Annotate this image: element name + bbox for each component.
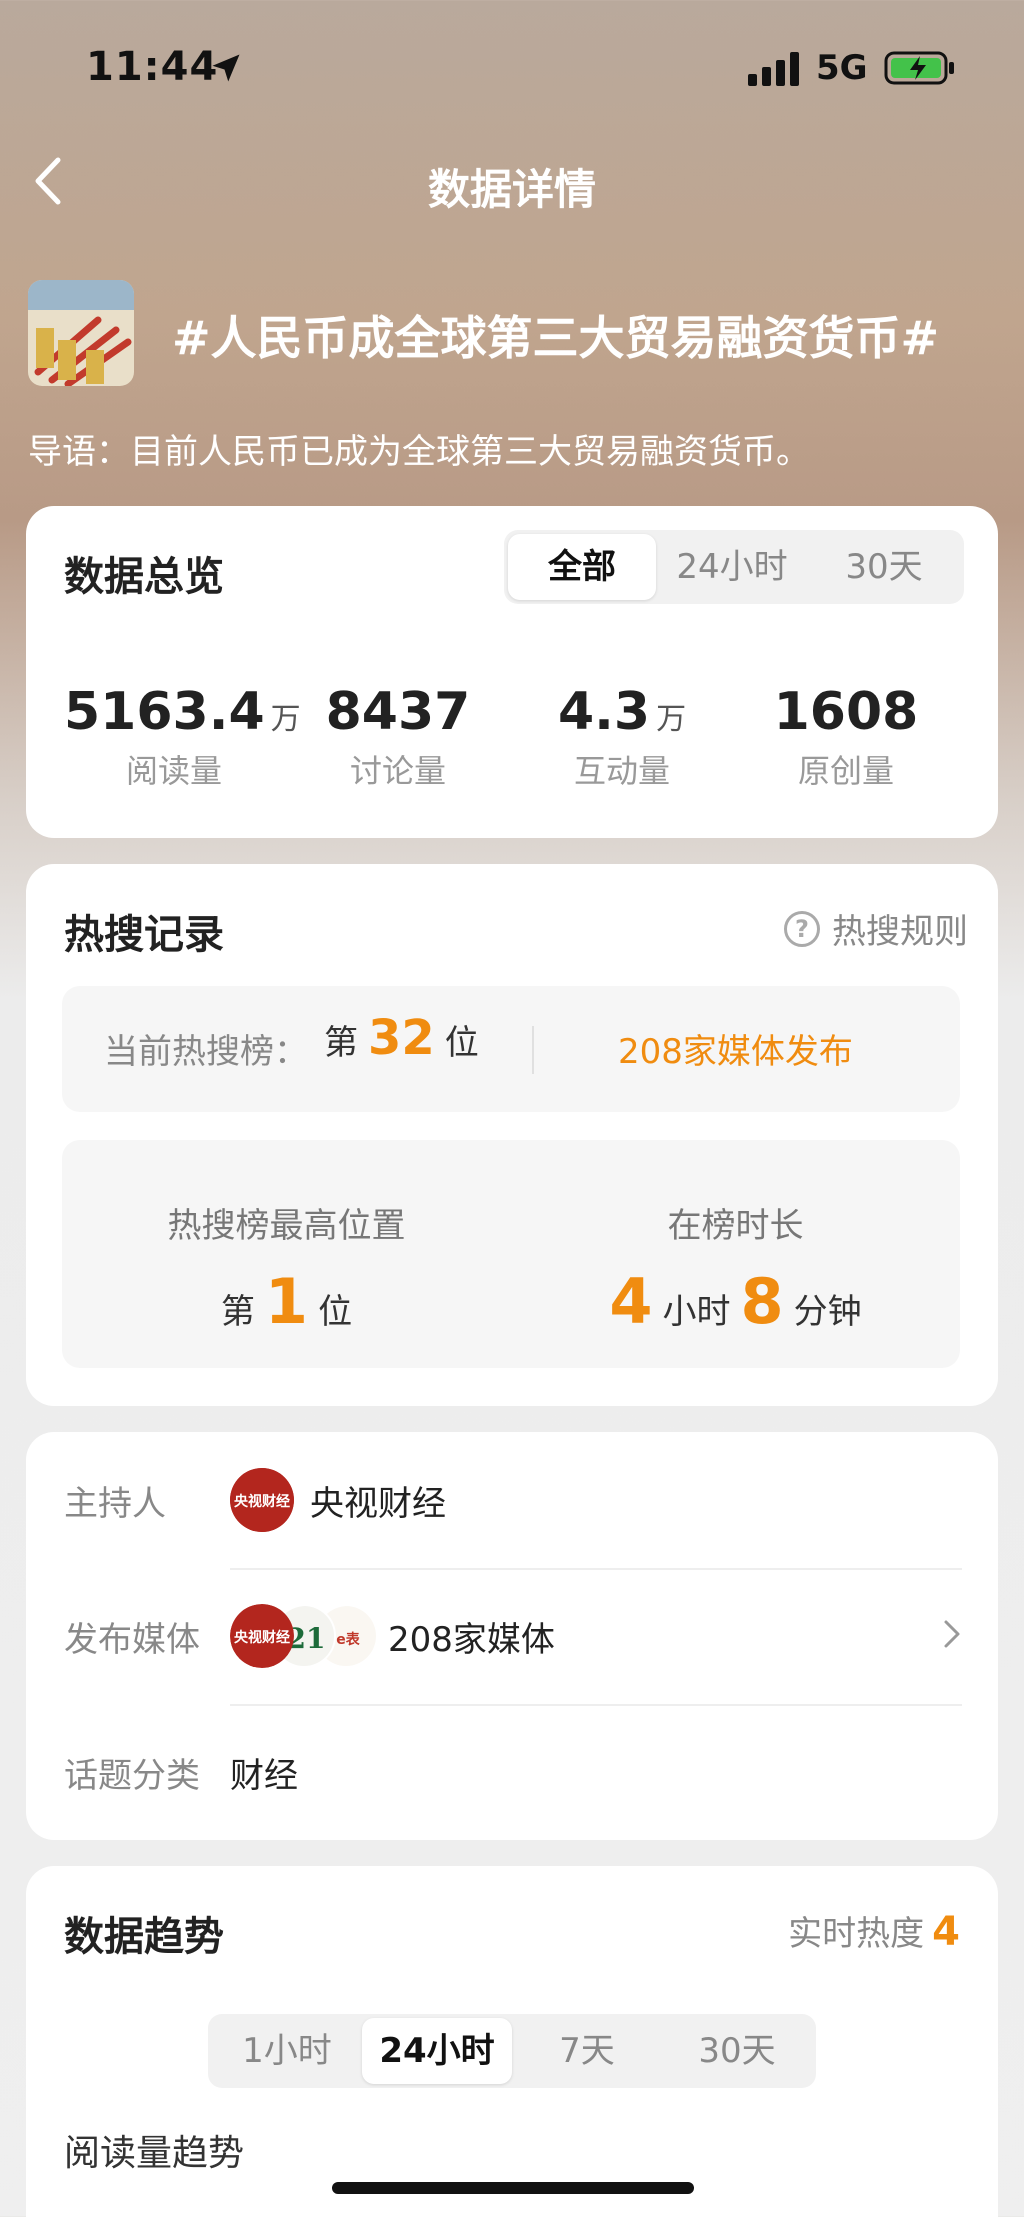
stat-label: 互动量	[573, 752, 670, 790]
help-icon: ?	[784, 910, 820, 947]
chevron-right-icon[interactable]	[940, 1616, 964, 1652]
trend-title: 数据趋势	[64, 1914, 224, 1960]
topic-thumbnail	[28, 280, 134, 386]
trend-range-tabs: 1小时 24小时 7天 30天	[208, 2014, 816, 2088]
duration-minutes: 8	[740, 1265, 784, 1338]
tab-1h[interactable]: 1小时	[212, 2018, 362, 2084]
highest-rank-label: 热搜榜最高位置	[167, 1206, 406, 1246]
highest-rank-value: 1	[264, 1265, 309, 1338]
avatar-text: e表	[336, 1631, 360, 1648]
overview-title: 数据总览	[64, 554, 224, 600]
tab-7d[interactable]: 7天	[512, 2018, 662, 2084]
heat-value: 4	[932, 1909, 960, 1955]
media-label: 发布媒体	[64, 1620, 200, 1660]
rank-suffix: 位	[318, 1292, 353, 1332]
media-publish-link[interactable]: 208家媒体发布	[618, 1024, 853, 1073]
tab-24h[interactable]: 24小时	[362, 2018, 512, 2084]
location-arrow-icon	[212, 54, 240, 82]
heat-label: 实时热度	[788, 1914, 925, 1954]
divider	[532, 1026, 534, 1074]
stat-value: 4.3	[557, 682, 651, 742]
hot-search-card: 热搜记录 ? 热搜规则 当前热搜榜： 第 32 位 208家媒体发布 热搜榜最高…	[26, 864, 998, 1406]
status-time: 11:44	[86, 44, 219, 90]
stat-label: 阅读量	[125, 752, 222, 790]
stat-value: 5163.4	[64, 682, 265, 742]
tab-24h[interactable]: 24小时	[656, 534, 808, 600]
stat-interactions: 4.3 万 互动量	[512, 682, 732, 792]
category-value: 财经	[230, 1756, 298, 1796]
overview-range-tabs: 全部 24小时 30天	[504, 530, 964, 604]
rank-history-panel: 热搜榜最高位置 第 1 位 在榜时长 4 小时 8 分钟	[62, 1140, 960, 1368]
network-label: 5G	[816, 48, 868, 88]
media-count: 208家媒体	[388, 1620, 555, 1660]
status-bar: 11:44 5G	[0, 0, 1024, 130]
realtime-heat: 实时热度 4	[788, 1906, 960, 1955]
overview-card: 数据总览 全部 24小时 30天 5163.4 万 阅读量 8437 讨论量 4.…	[26, 506, 998, 838]
current-rank-value: 32	[368, 1010, 435, 1066]
current-rank-panel: 当前热搜榜： 第 32 位 208家媒体发布	[62, 986, 960, 1112]
hot-search-rules-link[interactable]: ? 热搜规则	[784, 904, 968, 953]
duration-hours: 4	[609, 1265, 653, 1338]
current-rank: 第 32 位	[324, 1010, 479, 1066]
rank-prefix: 第	[324, 1023, 358, 1063]
avatar-text: 央视财经	[234, 1493, 290, 1510]
stat-label: 讨论量	[349, 752, 446, 790]
home-indicator[interactable]	[332, 2182, 694, 2194]
stat-value: 8437	[325, 682, 471, 742]
reads-trend-title: 阅读量趋势	[64, 2133, 245, 2174]
divider	[230, 1568, 962, 1570]
rank-prefix: 第	[220, 1292, 255, 1332]
stat-unit: 万	[656, 702, 687, 737]
trend-card: 数据趋势 实时热度 4 1小时 24小时 7天 30天 阅读量趋势	[26, 1866, 998, 2217]
tab-30d[interactable]: 30天	[662, 2018, 812, 2084]
minutes-unit: 分钟	[793, 1292, 862, 1332]
divider	[230, 1704, 962, 1706]
topic-intro: 导语：目前人民币已成为全球第三大贸易融资货币。	[28, 432, 810, 472]
current-rank-label: 当前热搜榜：	[104, 1032, 308, 1072]
host-label: 主持人	[64, 1484, 166, 1524]
tab-all[interactable]: 全部	[508, 534, 656, 600]
stat-original: 1608 原创量	[736, 682, 956, 792]
page-title: 数据详情	[427, 165, 596, 214]
stat-discussions: 8437 讨论量	[288, 682, 508, 792]
tab-30d[interactable]: 30天	[808, 534, 960, 600]
avatar-text: 央视财经	[234, 1629, 290, 1646]
hot-search-title: 热搜记录	[64, 912, 224, 958]
time-on-list: 在榜时长 4 小时 8 分钟	[511, 1198, 960, 1338]
media-avatar-cctv: 央视财经	[230, 1604, 294, 1668]
category-label: 话题分类	[64, 1756, 200, 1796]
topic-title: #人民币成全球第三大贸易融资货币#	[172, 311, 940, 365]
time-on-list-label: 在榜时长	[667, 1206, 804, 1246]
topic-info-card: 主持人 央视财经 央视财经 发布媒体 央视财经 21 e表 208家媒体 话题分…	[26, 1432, 998, 1840]
stat-value: 1608	[773, 682, 919, 742]
stat-label: 原创量	[797, 752, 894, 790]
rules-label: 热搜规则	[832, 912, 968, 952]
signal-icon	[748, 52, 799, 86]
host-name[interactable]: 央视财经	[310, 1476, 446, 1525]
highest-rank: 热搜榜最高位置 第 1 位	[62, 1198, 511, 1338]
host-avatar: 央视财经	[230, 1468, 294, 1532]
battery-charging-icon	[884, 51, 954, 85]
hours-unit: 小时	[662, 1292, 731, 1332]
stat-reads: 5163.4 万 阅读量	[64, 682, 301, 792]
rank-suffix: 位	[444, 1023, 479, 1063]
